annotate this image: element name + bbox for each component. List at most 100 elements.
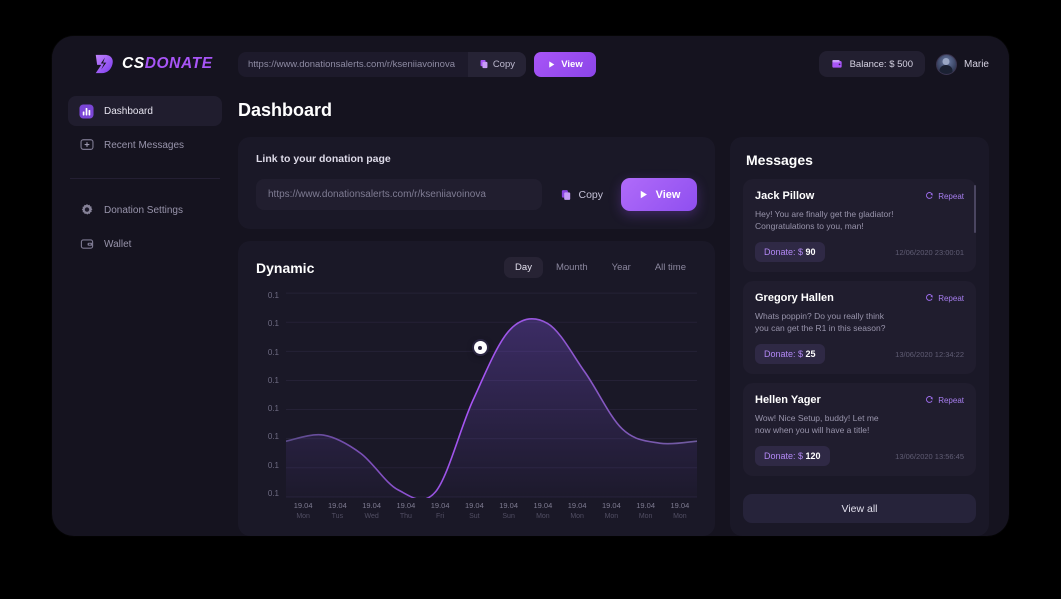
messages-list: Jack Pillow Repeat Hey! You are finally ge… [743,179,976,484]
message-item[interactable]: Gregory Hallen Repeat Whats poppin? Do you… [743,281,976,374]
x-tick: 19.04 Mon [629,501,663,524]
chart-plot[interactable] [286,292,697,498]
repeat-button[interactable]: Repeat [925,293,964,304]
message-footer: Donate: $ 25 13/06/2020 12:34:22 [755,344,964,364]
x-tick-date: 19.04 [601,501,621,510]
topbar-right-group: Balance: $ 500 Marie [818,51,989,77]
topbar-copy-label: Copy [492,58,515,70]
x-tick-date: 19.04 [499,501,519,510]
content-row: Link to your donation page https://www.d… [238,137,989,536]
x-tick-date: 19.04 [327,501,347,510]
view-all-button[interactable]: View all [743,494,976,523]
wallet-icon [79,237,94,252]
donate-amount: 120 [805,451,821,461]
message-sender-name: Jack Pillow [755,190,815,202]
chart-range-tabs: Day Mounth Year All time [504,257,697,278]
view-link-label: View [655,188,681,201]
chart-header: Dynamic Day Mounth Year All time [256,257,697,278]
chart-title: Dynamic [256,259,315,276]
topbar-url-text: https://www.donationsalerts.com/r/ksenii… [248,58,455,70]
messages-title: Messages [746,152,813,168]
x-tick: 19.04 Mon [663,501,697,524]
sidebar-item-donation-settings[interactable]: Donation Settings [68,195,222,225]
top-bar: CSDONATE https://www.donationsalerts.com… [52,36,1009,92]
chart-y-axis: 0.1 0.1 0.1 0.1 0.1 0.1 0.1 0.1 [256,292,286,524]
x-tick: 19.04 Sut [457,501,491,524]
message-footer: Donate: $ 90 12/06/2020 23:00:01 [755,242,964,262]
copy-link-label: Copy [578,188,603,201]
sidebar-item-label: Donation Settings [104,204,183,216]
message-footer: Donate: $ 120 13/06/2020 13:56:45 [755,446,964,466]
sidebar-item-label: Recent Messages [104,139,185,151]
topbar-url-bar[interactable]: https://www.donationsalerts.com/r/ksenii… [238,51,526,77]
tab-mounth[interactable]: Mounth [545,257,599,278]
gear-icon [79,203,94,218]
refresh-icon [925,395,934,406]
x-tick-day: Thu [399,513,412,520]
x-tick: 19.04 Fri [423,501,457,524]
y-tick: 0.1 [267,488,279,498]
balance-chip[interactable]: Balance: $ 500 [818,51,925,77]
donate-label: Donate: $ [764,247,806,257]
messages-scrollbar[interactable] [974,185,976,233]
message-timestamp: 13/06/2020 12:34:22 [895,349,964,359]
message-header: Hellen Yager Repeat [755,394,964,406]
message-item[interactable]: Jack Pillow Repeat Hey! You are finally ge… [743,179,976,272]
message-item[interactable]: Hellen Yager Repeat Wow! Nice Setup, buddy… [743,383,976,476]
donate-badge: Donate: $ 90 [755,242,825,262]
x-tick-day: Mon [673,513,687,520]
x-tick-date: 19.04 [567,501,587,510]
repeat-button[interactable]: Repeat [925,191,964,202]
donate-badge: Donate: $ 120 [755,446,830,466]
user-name: Marie [963,58,989,70]
user-chip[interactable]: Marie [935,53,989,75]
chart-plot-wrap: 19.04 Mon 19.04 Tus 19.04 Wed 19.04 Thu 19.04 Fri… [286,292,697,524]
tab-day[interactable]: Day [504,257,543,278]
x-tick: 19.04 Mon [594,501,628,524]
topbar-copy-button[interactable]: Copy [467,51,526,77]
right-column: Messages Jack Pillow Repeat Hey! You are f… [730,137,989,536]
x-tick-date: 19.04 [464,501,484,510]
donate-label: Donate: $ [764,451,806,461]
repeat-button[interactable]: Repeat [925,395,964,406]
x-tick-date: 19.04 [396,501,416,510]
sidebar-divider [70,178,220,179]
donation-link-input[interactable] [256,179,543,210]
x-tick-day: Wed [364,513,379,520]
chart-area-fill [286,318,697,498]
left-column: Link to your donation page https://www.d… [238,137,715,536]
copy-link-button[interactable]: Copy [542,179,621,210]
tab-all-time[interactable]: All time [644,257,697,278]
repeat-label: Repeat [938,293,964,303]
message-text: Wow! Nice Setup, buddy! Let me now when … [755,413,879,435]
x-tick: 19.04 Sun [492,501,526,524]
brand-cs-text: CS [122,55,145,72]
sidebar-item-dashboard[interactable]: Dashboard [68,96,222,126]
page-title: Dashboard [238,100,333,120]
brand-donate-text: DONATE [144,55,213,72]
message-text: Hey! You are finally get the gladiator! … [755,209,894,231]
sidebar-item-wallet[interactable]: Wallet [68,229,222,259]
tab-year[interactable]: Year [601,257,642,278]
play-icon [638,189,649,200]
brand-logo[interactable]: CSDONATE [52,53,238,75]
x-tick: 19.04 Mon [286,501,320,524]
chart-highlight-point[interactable] [473,341,487,355]
donation-link-card: Link to your donation page https://www.d… [238,137,715,229]
chart-area: 0.1 0.1 0.1 0.1 0.1 0.1 0.1 0.1 19.04 Mo… [256,292,697,524]
donate-amount: 90 [805,247,816,257]
x-tick-day: Mon [296,513,310,520]
repeat-label: Repeat [938,191,964,201]
sidebar-item-recent-messages[interactable]: Recent Messages [68,130,222,160]
app-window: CSDONATE https://www.donationsalerts.com… [52,36,1009,536]
x-tick: 19.04 Mon [560,501,594,524]
topbar-view-button[interactable]: View [534,51,596,77]
message-header: Jack Pillow Repeat [755,190,964,202]
refresh-icon [925,293,934,304]
y-tick: 0.1 [267,291,279,300]
x-tick-day: Mon [570,513,584,520]
view-link-button[interactable]: View [621,178,697,211]
x-tick: 19.04 Thu [389,501,423,524]
messages-card: Messages Jack Pillow Repeat Hey! You are f… [730,137,989,536]
message-sender-name: Hellen Yager [755,394,821,406]
